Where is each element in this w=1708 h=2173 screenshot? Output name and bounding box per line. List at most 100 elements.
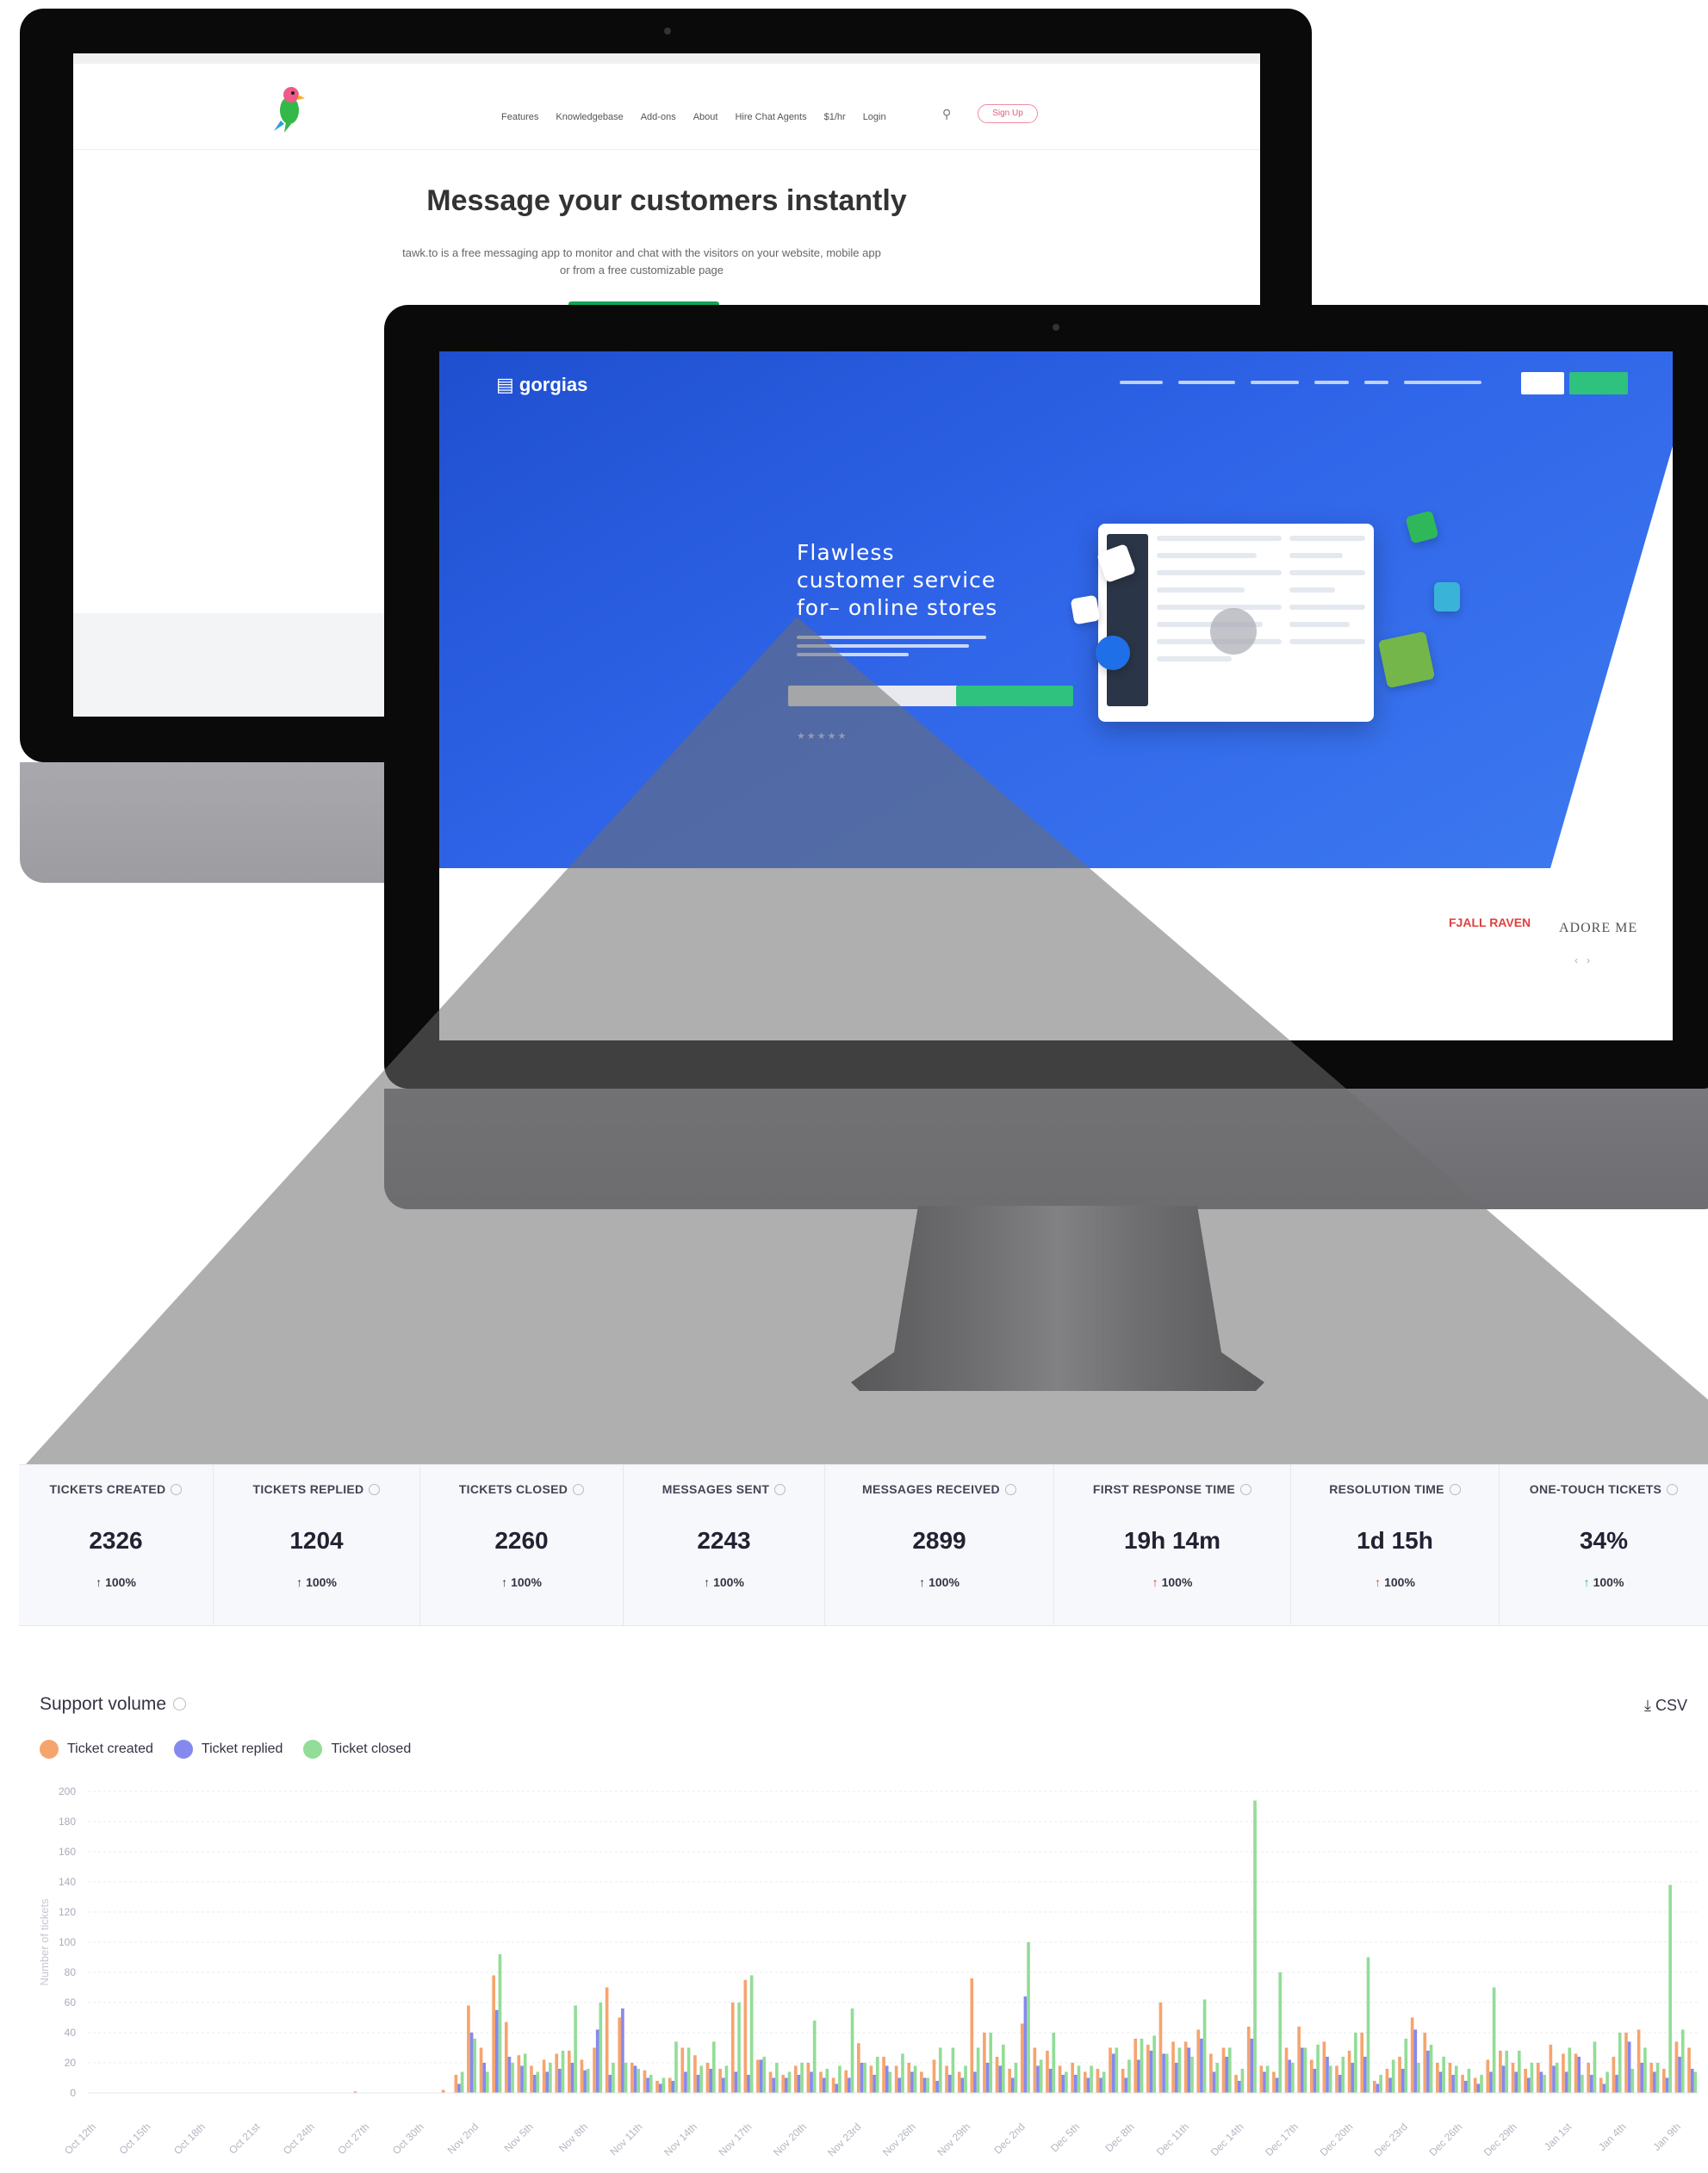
kpi-one-touch-tickets[interactable]: ONE-TOUCH TICKETS 34% ↑ 100% <box>1500 1465 1708 1625</box>
kpi-tickets-closed[interactable]: TICKETS CLOSED 2260 ↑ 100% <box>420 1465 624 1625</box>
play-icon[interactable] <box>1210 608 1257 655</box>
x-tick-label: Jan 9th <box>1650 2120 1683 2153</box>
bar-ticket-closed <box>989 2033 993 2093</box>
search-icon[interactable]: ⚲ <box>942 107 951 121</box>
tawk-menu-addons[interactable]: Add-ons <box>641 112 676 122</box>
bar-ticket-replied <box>1187 2047 1191 2093</box>
gorgias-hero: ▤ gorgias Flawless customer service for–… <box>439 351 1673 868</box>
bar-ticket-closed <box>875 2057 879 2093</box>
kpi-label-text: FIRST RESPONSE TIME <box>1092 1482 1236 1496</box>
gorgias-menu-item[interactable] <box>1314 381 1349 384</box>
bar-ticket-created <box>1309 2059 1314 2093</box>
gorgias-menu-item[interactable] <box>1404 381 1481 384</box>
gorgias-menu-item[interactable] <box>1251 381 1299 384</box>
kpi-delta: ↑ 100% <box>1291 1575 1499 1589</box>
bar-ticket-replied <box>1640 2063 1644 2093</box>
bar-ticket-closed <box>1328 2065 1332 2093</box>
csv-download-button[interactable]: ⤓ CSV <box>1644 1697 1687 1715</box>
tawk-subtitle: tawk.to is a free messaging app to monit… <box>402 246 881 276</box>
bar-ticket-replied <box>1552 2065 1556 2093</box>
legend-item-created[interactable]: Ticket created <box>40 1740 153 1759</box>
y-tick-label: 160 <box>59 1846 76 1858</box>
kpi-messages-sent[interactable]: MESSAGES SENT 2243 ↑ 100% <box>624 1465 825 1625</box>
bar-ticket-closed <box>926 2077 930 2093</box>
kpi-resolution-time[interactable]: RESOLUTION TIME 1d 15h ↑ 100% <box>1291 1465 1500 1625</box>
legend-dot <box>40 1740 59 1759</box>
info-icon[interactable] <box>1240 1484 1252 1495</box>
y-axis-label: Number of tickets <box>38 1898 51 1986</box>
gorgias-logo[interactable]: ▤ gorgias <box>496 374 587 396</box>
kpi-tickets-created[interactable]: TICKETS CREATED 2326 ↑ 100% <box>19 1465 214 1625</box>
tawk-menu-about[interactable]: About <box>693 112 718 122</box>
bar-ticket-created <box>1083 2071 1087 2093</box>
bar-ticket-replied <box>1539 2071 1543 2093</box>
bar-ticket-closed <box>850 2008 854 2093</box>
bar-ticket-closed <box>586 2069 590 2093</box>
info-icon[interactable] <box>369 1484 381 1495</box>
bar-ticket-replied <box>1061 2075 1065 2093</box>
kpi-value: 1d 15h <box>1357 1527 1433 1554</box>
info-icon[interactable] <box>1004 1484 1016 1495</box>
info-icon[interactable] <box>171 1484 183 1495</box>
info-icon[interactable] <box>173 1698 187 1710</box>
kpi-delta-text: 100% <box>1161 1575 1193 1589</box>
arrow-up-icon: ↑ <box>96 1575 102 1589</box>
arrow-up-icon: ↑ <box>1375 1575 1382 1589</box>
kpi-messages-received[interactable]: MESSAGES RECEIVED 2899 ↑ 100% <box>825 1465 1054 1625</box>
kpi-tickets-replied[interactable]: TICKETS REPLIED 1204 ↑ 100% <box>214 1465 420 1625</box>
bar-ticket-created <box>970 1978 974 2093</box>
info-icon[interactable] <box>1667 1484 1679 1495</box>
x-tick-label: Nov 11th <box>607 2120 644 2157</box>
tawk-menu-features[interactable]: Features <box>501 112 538 122</box>
bar-ticket-closed <box>1417 2063 1420 2093</box>
y-tick-label: 80 <box>65 1966 77 1978</box>
carousel-arrows-icon[interactable]: ‹ › <box>1574 954 1590 966</box>
gorgias-login-button[interactable] <box>1521 372 1564 394</box>
bar-ticket-closed <box>536 2071 540 2093</box>
info-icon[interactable] <box>774 1484 786 1495</box>
gorgias-signup-button[interactable] <box>1569 372 1628 394</box>
bar-ticket-replied <box>822 2077 826 2093</box>
bar-ticket-closed <box>1253 1800 1257 2093</box>
y-tick-label: 40 <box>65 2027 77 2039</box>
browser-strip <box>73 53 1260 64</box>
bar-ticket-replied <box>507 2057 512 2093</box>
x-tick-label: Nov 2nd <box>445 2120 481 2157</box>
gorgias-menu-item[interactable] <box>1120 381 1163 384</box>
kpi-first-response-time[interactable]: FIRST RESPONSE TIME 19h 14m ↑ 100% <box>1054 1465 1291 1625</box>
bar-ticket-closed <box>812 2021 817 2093</box>
bar-ticket-closed <box>1291 2063 1295 2093</box>
legend-dot <box>303 1740 323 1759</box>
bar-ticket-created <box>793 2065 798 2093</box>
bar-ticket-created <box>1436 2063 1439 2093</box>
parrot-logo-icon[interactable] <box>267 83 310 134</box>
tawk-menu-login[interactable]: Login <box>863 112 886 122</box>
gorgias-email-input[interactable] <box>788 686 960 706</box>
bar-ticket-replied <box>1690 2069 1694 2093</box>
bar-ticket-closed <box>549 2063 552 2093</box>
bar-ticket-created <box>1121 2069 1125 2093</box>
bar-ticket-closed <box>913 2065 917 2093</box>
info-icon[interactable] <box>1449 1484 1461 1495</box>
bar-ticket-replied <box>646 2077 649 2093</box>
tawk-menu-knowledgebase[interactable]: Knowledgebase <box>556 112 623 122</box>
gorgias-menu-item[interactable] <box>1364 381 1388 384</box>
legend-item-closed[interactable]: Ticket closed <box>303 1740 411 1759</box>
chart-legend: Ticket created Ticket replied Ticket clo… <box>40 1740 411 1759</box>
gorgias-cta-button[interactable] <box>956 686 1073 706</box>
gorgias-menu-item[interactable] <box>1178 381 1235 384</box>
bar-ticket-created <box>983 2033 986 2093</box>
bar-ticket-replied <box>1653 2071 1656 2093</box>
bar-ticket-replied <box>772 2077 776 2093</box>
y-tick-label: 140 <box>59 1876 76 1888</box>
tawk-signup-button[interactable]: Sign Up <box>978 104 1038 123</box>
x-tick-label: Dec 17th <box>1263 2120 1301 2158</box>
bar-ticket-closed <box>523 2053 527 2093</box>
bar-ticket-replied <box>1225 2057 1228 2093</box>
tawk-menu-hire[interactable]: Hire Chat Agents <box>735 112 806 122</box>
x-tick-label: Oct 27th <box>335 2120 371 2157</box>
bar-ticket-closed <box>599 2002 603 2093</box>
legend-item-replied[interactable]: Ticket replied <box>173 1740 283 1759</box>
info-icon[interactable] <box>573 1484 585 1495</box>
bar-ticket-created <box>718 2069 722 2093</box>
